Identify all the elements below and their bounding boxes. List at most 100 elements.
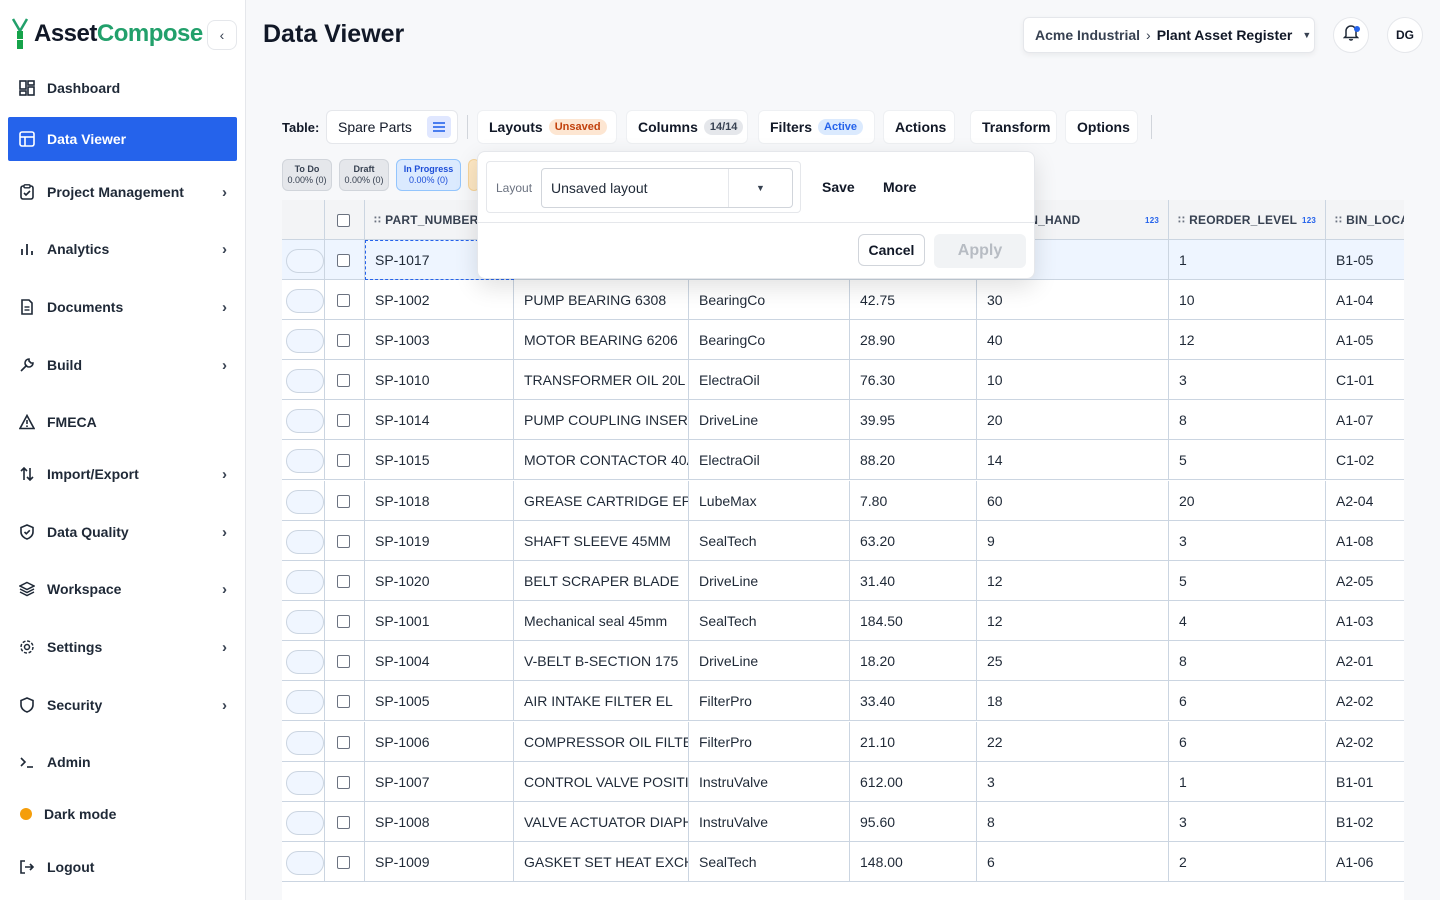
table-cell[interactable]: 1	[1169, 762, 1326, 802]
table-cell[interactable]: 40	[977, 320, 1169, 360]
table-cell[interactable]: 612.00	[850, 762, 977, 802]
table-row[interactable]: SP-1015 MOTOR CONTACTOR 40A ElectraOil 88.2…	[282, 440, 1404, 480]
select-all-checkbox[interactable]	[337, 213, 350, 227]
table-cell[interactable]: TRANSFORMER OIL 20L	[514, 360, 689, 400]
table-cell[interactable]: B1-01	[1326, 762, 1404, 802]
table-cell[interactable]: SealTech	[689, 601, 850, 641]
table-cell[interactable]: A2-01	[1326, 641, 1404, 681]
row-expand-toggle[interactable]	[286, 610, 324, 634]
table-cell[interactable]: BearingCo	[689, 280, 850, 320]
table-cell[interactable]: 28.90	[850, 320, 977, 360]
table-cell[interactable]: 88.20	[850, 440, 977, 480]
row-expand-toggle[interactable]	[286, 771, 324, 795]
table-cell[interactable]: 3	[977, 762, 1169, 802]
table-cell[interactable]: SP-1002	[365, 280, 514, 320]
table-cell[interactable]: 14	[977, 440, 1169, 480]
cancel-button[interactable]: Cancel	[858, 234, 925, 266]
table-cell[interactable]: A2-02	[1326, 722, 1404, 762]
row-expand-toggle[interactable]	[286, 530, 324, 554]
table-cell[interactable]: GREASE CARTRIDGE EP2	[514, 481, 689, 521]
table-cell[interactable]: SealTech	[689, 521, 850, 561]
layouts-button[interactable]: Layouts Unsaved	[477, 110, 617, 144]
table-cell[interactable]: 7.80	[850, 481, 977, 521]
row-checkbox[interactable]	[337, 694, 350, 708]
row-checkbox[interactable]	[337, 253, 350, 267]
table-cell[interactable]: 12	[977, 601, 1169, 641]
table-cell[interactable]: SP-1018	[365, 481, 514, 521]
status-chip-draft[interactable]: Draft 0.00% (0)	[339, 159, 389, 191]
table-cell[interactable]: MOTOR BEARING 6206	[514, 320, 689, 360]
sidebar-item-analytics[interactable]: Analytics ›	[8, 227, 237, 271]
layout-select[interactable]: Unsaved layout ▼	[541, 168, 793, 208]
table-cell[interactable]: LubeMax	[689, 481, 850, 521]
sidebar-item-build[interactable]: Build ›	[8, 343, 237, 387]
table-cell[interactable]: BELT SCRAPER BLADE	[514, 561, 689, 601]
table-cell[interactable]: 18	[977, 681, 1169, 721]
table-cell[interactable]: GASKET SET HEAT EXCH	[514, 842, 689, 882]
table-cell[interactable]: 3	[1169, 802, 1326, 842]
table-cell[interactable]: SP-1004	[365, 641, 514, 681]
table-cell[interactable]: DriveLine	[689, 641, 850, 681]
table-cell[interactable]: FilterPro	[689, 722, 850, 762]
more-layout-options-button[interactable]: More	[883, 179, 916, 195]
table-cell[interactable]: SP-1006	[365, 722, 514, 762]
table-cell[interactable]: DriveLine	[689, 561, 850, 601]
table-row[interactable]: SP-1009 GASKET SET HEAT EXCH SealTech 148.0…	[282, 842, 1404, 882]
table-row[interactable]: SP-1002 PUMP BEARING 6308 BearingCo 42.75 30…	[282, 280, 1404, 320]
table-cell[interactable]: Mechanical seal 45mm	[514, 601, 689, 641]
row-checkbox[interactable]	[337, 775, 350, 789]
save-layout-button[interactable]: Save	[822, 179, 855, 195]
table-cell[interactable]: B1-02	[1326, 802, 1404, 842]
table-cell[interactable]: 6	[1169, 681, 1326, 721]
table-cell[interactable]: FilterPro	[689, 681, 850, 721]
notifications-button[interactable]	[1333, 17, 1369, 53]
table-cell[interactable]: SP-1020	[365, 561, 514, 601]
options-button[interactable]: Options	[1065, 110, 1138, 144]
row-expand-toggle[interactable]	[286, 449, 324, 473]
table-row[interactable]: SP-1019 SHAFT SLEEVE 45MM SealTech 63.20 9 3 A…	[282, 521, 1404, 561]
table-row[interactable]: SP-1001 Mechanical seal 45mm SealTech 184.5…	[282, 601, 1404, 641]
table-row[interactable]: SP-1018 GREASE CARTRIDGE EP2 LubeMax 7.80 60…	[282, 481, 1404, 521]
table-cell[interactable]: 39.95	[850, 400, 977, 440]
sidebar-item-admin[interactable]: Admin	[8, 740, 237, 784]
status-chip-todo[interactable]: To Do 0.00% (0)	[282, 159, 332, 191]
apply-button[interactable]: Apply	[934, 234, 1026, 268]
row-expand-toggle[interactable]	[286, 851, 324, 875]
table-cell[interactable]: SP-1009	[365, 842, 514, 882]
table-cell[interactable]: A1-08	[1326, 521, 1404, 561]
table-row[interactable]: SP-1014 PUMP COUPLING INSERT DriveLine 39.9…	[282, 400, 1404, 440]
table-cell[interactable]: SHAFT SLEEVE 45MM	[514, 521, 689, 561]
row-checkbox[interactable]	[337, 453, 350, 467]
row-expand-toggle[interactable]	[286, 690, 324, 714]
row-expand-toggle[interactable]	[286, 409, 324, 433]
table-cell[interactable]: 3	[1169, 360, 1326, 400]
sidebar-item-settings[interactable]: Settings ›	[8, 625, 237, 669]
sidebar-item-workspace[interactable]: Workspace ›	[8, 567, 237, 611]
row-checkbox[interactable]	[337, 574, 350, 588]
table-row[interactable]: SP-1004 V-BELT B-SECTION 175 DriveLine 18.2…	[282, 641, 1404, 681]
table-cell[interactable]: 33.40	[850, 681, 977, 721]
table-cell[interactable]: SP-1001	[365, 601, 514, 641]
columns-button[interactable]: Columns 14/14	[626, 110, 748, 144]
sidebar-item-data-viewer[interactable]: Data Viewer	[8, 117, 237, 161]
collapse-sidebar-button[interactable]: ‹	[207, 20, 237, 50]
table-cell[interactable]: 5	[1169, 440, 1326, 480]
table-cell[interactable]: 20	[1169, 481, 1326, 521]
sidebar-item-documents[interactable]: Documents ›	[8, 285, 237, 329]
table-cell[interactable]: 6	[977, 842, 1169, 882]
drag-handle-icon[interactable]: ∷	[374, 215, 381, 226]
table-cell[interactable]: 42.75	[850, 280, 977, 320]
table-cell[interactable]: A1-04	[1326, 280, 1404, 320]
table-cell[interactable]: A1-05	[1326, 320, 1404, 360]
table-cell[interactable]: A2-02	[1326, 681, 1404, 721]
table-row[interactable]: SP-1005 AIR INTAKE FILTER EL FilterPro 33.4…	[282, 681, 1404, 721]
table-cell[interactable]: SP-1019	[365, 521, 514, 561]
table-cell[interactable]: 4	[1169, 601, 1326, 641]
filters-button[interactable]: Filters Active	[758, 110, 875, 144]
table-cell[interactable]: ElectraOil	[689, 440, 850, 480]
table-cell[interactable]: BearingCo	[689, 320, 850, 360]
table-cell[interactable]: 184.50	[850, 601, 977, 641]
table-cell[interactable]: 20	[977, 400, 1169, 440]
table-cell[interactable]: 10	[1169, 280, 1326, 320]
row-checkbox[interactable]	[337, 373, 350, 387]
